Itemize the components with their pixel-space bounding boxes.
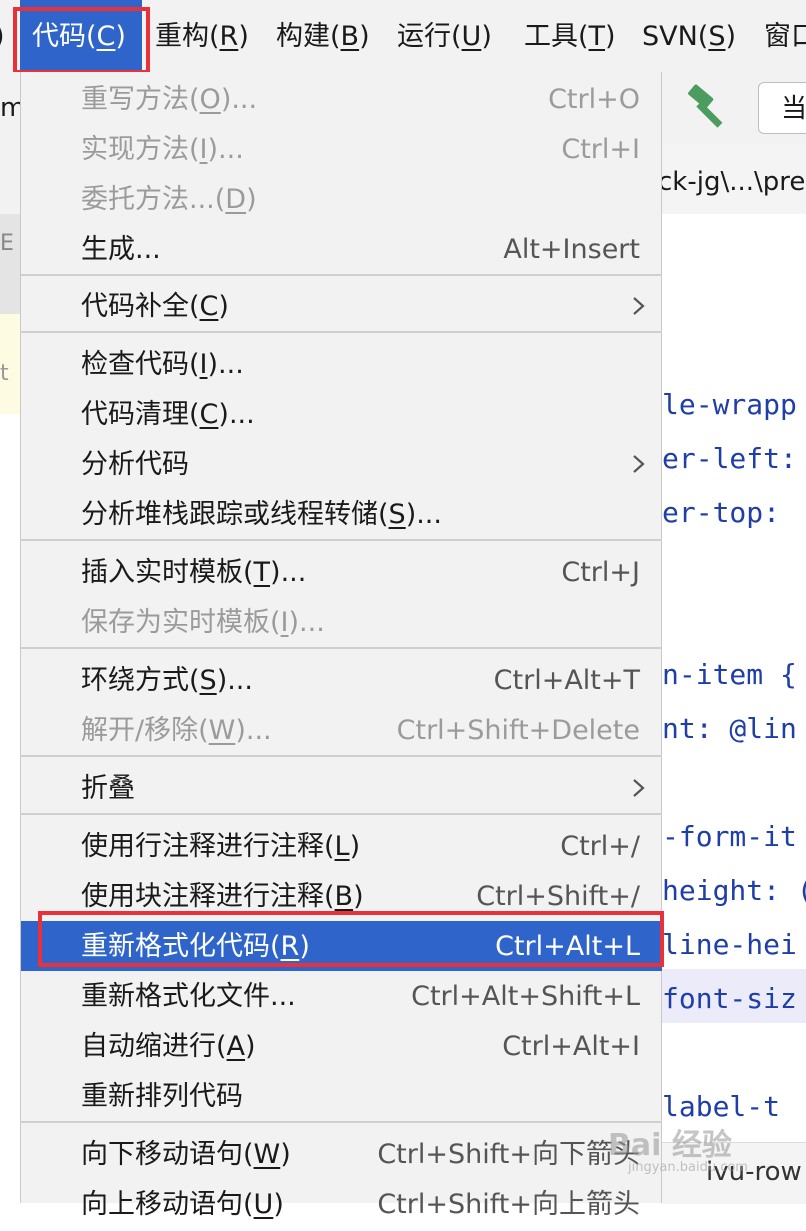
menu-separator	[21, 813, 662, 815]
menu-item-analyze-stacktrace[interactable]: 分析堆栈跟踪或线程转储(S)...	[21, 489, 662, 539]
menu-separator	[21, 539, 662, 541]
menu-build[interactable]: 构建(B)	[276, 0, 370, 72]
menu-window[interactable]: 窗口	[764, 0, 806, 72]
menu-item-surround-with[interactable]: 环绕方式(S)... Ctrl+Alt+T	[21, 655, 662, 705]
code-line: height: (	[662, 874, 806, 907]
menu-item-folding[interactable]: 折叠	[21, 763, 662, 813]
menu-item-move-statement-up[interactable]: 向上移动语句(U) Ctrl+Shift+向上箭头	[21, 1179, 662, 1229]
code-line: er-left:	[662, 442, 797, 475]
menu-separator	[21, 755, 662, 757]
menu-separator	[21, 647, 662, 649]
breadcrumb-bottom: ivu-row	[662, 1142, 806, 1204]
code-line: er-top:	[662, 496, 781, 529]
menu-item-rearrange-code[interactable]: 重新排列代码	[21, 1071, 662, 1121]
menu-refactor[interactable]: 重构(R)	[155, 0, 249, 72]
run-config-box[interactable]: 当	[758, 82, 806, 134]
code-menu-dropdown: 重写方法(O)... Ctrl+O 实现方法(I)... Ctrl+I 委托方法..…	[20, 72, 662, 1220]
menu-separator	[21, 274, 662, 276]
menu-bar-left-edge: )	[0, 0, 8, 72]
menu-tools[interactable]: 工具(T)	[524, 0, 616, 72]
menu-item-insert-live-template[interactable]: 插入实时模板(T)... Ctrl+J	[21, 547, 662, 597]
menu-item-code-cleanup[interactable]: 代码清理(C)...	[21, 389, 662, 439]
menu-item-save-live-template[interactable]: 保存为实时模板(I)...	[21, 597, 662, 647]
menu-item-code-completion[interactable]: 代码补全(C)	[21, 281, 662, 331]
menu-item-implement-methods[interactable]: 实现方法(I)... Ctrl+I	[21, 124, 662, 174]
code-line: label-t	[662, 1090, 781, 1123]
chevron-right-icon	[633, 779, 645, 797]
menu-separator	[21, 1121, 662, 1123]
code-line: n-item {	[662, 658, 797, 691]
left-panel-body	[0, 414, 20, 1204]
menu-item-analyze-code[interactable]: 分析代码	[21, 439, 662, 489]
code-line: le-wrapp	[662, 388, 797, 421]
menu-item-move-statement-down[interactable]: 向下移动语句(W) Ctrl+Shift+向下箭头	[21, 1129, 662, 1179]
left-panel-edge: m E t	[0, 72, 20, 1204]
code-line: nt: @lin	[662, 712, 797, 745]
menu-bar: ) 代码(C) 重构(R) 构建(B) 运行(U) 工具(T) SVN(S) 窗…	[0, 0, 806, 73]
code-line: -form-it	[662, 820, 797, 853]
chevron-right-icon	[633, 455, 645, 473]
left-panel-tab: E	[0, 214, 20, 314]
menu-item-override-methods[interactable]: 重写方法(O)... Ctrl+O	[21, 74, 662, 124]
menu-separator	[21, 331, 662, 333]
menu-item-reformat-file[interactable]: 重新格式化文件... Ctrl+Alt+Shift+L	[21, 971, 662, 1021]
chevron-right-icon	[633, 297, 645, 315]
hammer-icon[interactable]	[686, 84, 732, 130]
menu-item-auto-indent[interactable]: 自动缩进行(A) Ctrl+Alt+I	[21, 1021, 662, 1071]
left-panel-text: m	[0, 72, 20, 144]
file-path-breadcrumb: ck-jg\...\pre	[662, 144, 806, 215]
menu-item-reformat-code[interactable]: 重新格式化代码(R) Ctrl+Alt+L	[21, 921, 662, 971]
menu-code[interactable]: 代码(C)	[20, 0, 142, 72]
menu-item-line-comment[interactable]: 使用行注释进行注释(L) Ctrl+/	[21, 821, 662, 871]
menu-item-unwrap-remove[interactable]: 解开/移除(W)... Ctrl+Shift+Delete	[21, 705, 662, 755]
left-panel-note: t	[0, 314, 20, 414]
menu-svn[interactable]: SVN(S)	[642, 0, 736, 72]
menu-run[interactable]: 运行(U)	[397, 0, 492, 72]
code-line-current: font-siz	[662, 969, 806, 1023]
menu-item-block-comment[interactable]: 使用块注释进行注释(B) Ctrl+Shift+/	[21, 871, 662, 921]
menu-item-inspect-code[interactable]: 检查代码(I)...	[21, 339, 662, 389]
code-line: line-hei	[662, 928, 797, 961]
code-editor[interactable]: le-wrapp er-left: er-top: n-item { nt: @…	[662, 214, 806, 1203]
menu-item-generate[interactable]: 生成... Alt+Insert	[21, 224, 662, 274]
menu-item-delegate-methods[interactable]: 委托方法...(D)	[21, 174, 662, 224]
